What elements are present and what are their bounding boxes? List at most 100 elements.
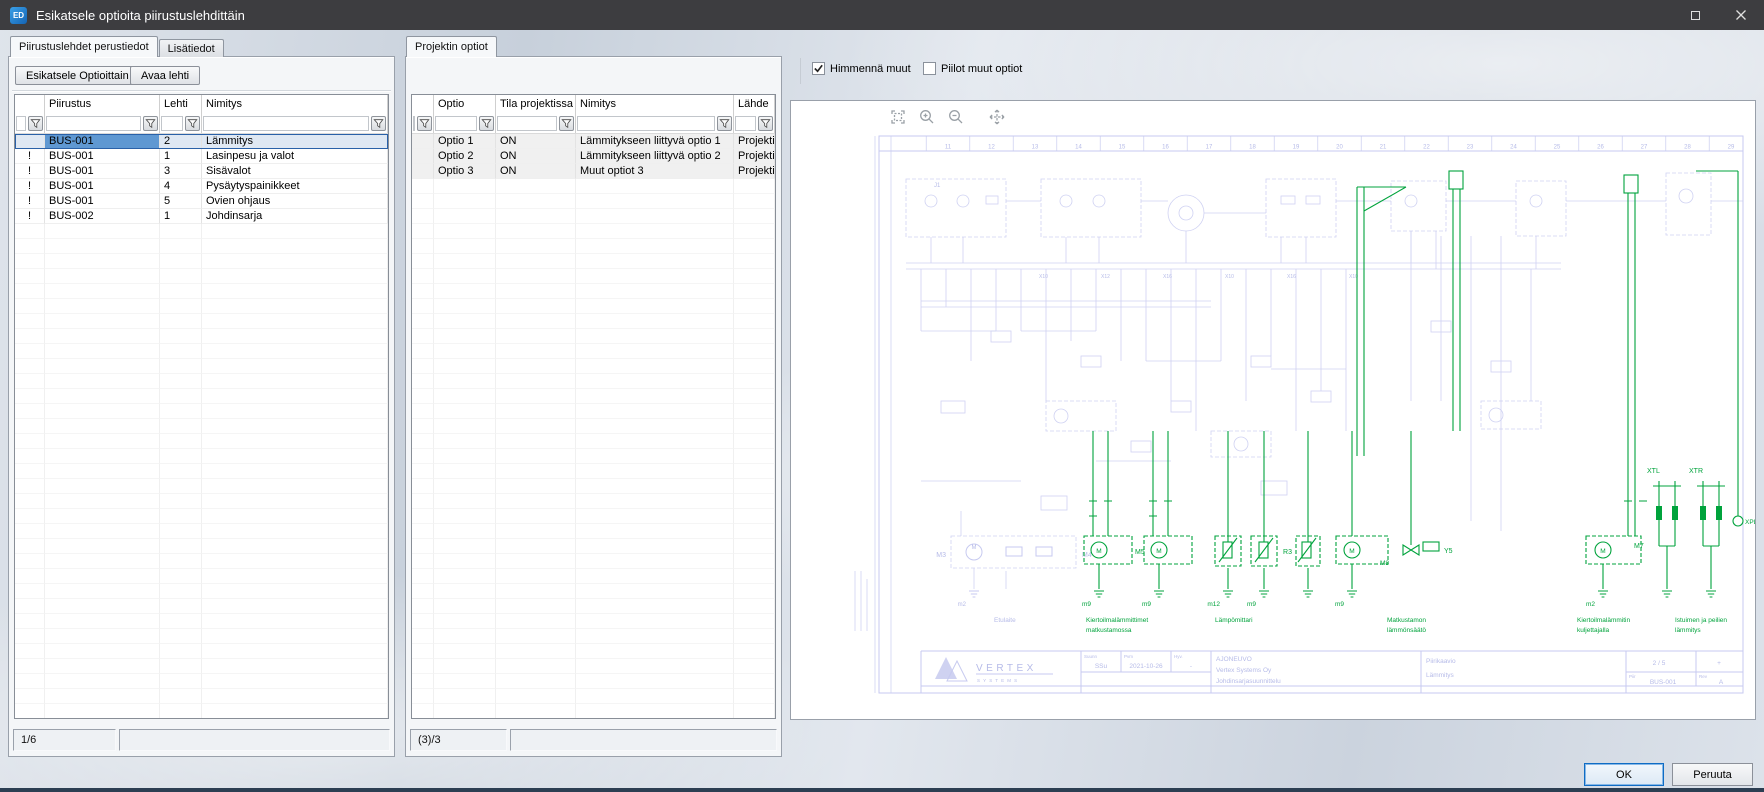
sheet-row[interactable]: !BUS-0013Sisävalot (15, 164, 388, 179)
zoom-out-icon[interactable] (945, 106, 967, 128)
cell-lahde[interactable]: Projekti (734, 149, 775, 164)
option-row[interactable]: Optio 1ONLämmitykseen liittyvä optio 1Pr… (412, 134, 775, 149)
cell-lahde[interactable]: Projekti (734, 134, 775, 149)
maximize-button[interactable] (1672, 0, 1718, 30)
drawing-canvas[interactable]: 11121314151617181920212223242526272829 (791, 101, 1755, 719)
sheet-row[interactable]: !BUS-0014Pysäytyspainikkeet (15, 179, 388, 194)
tab-projektin-optiot[interactable]: Projektin optiot (406, 36, 497, 57)
column-header[interactable]: Lehti (160, 95, 202, 114)
filter-cell[interactable] (15, 114, 45, 133)
column-header[interactable]: Lähde (734, 95, 775, 114)
ok-button[interactable]: OK (1584, 763, 1664, 786)
filter-cell[interactable] (202, 114, 388, 133)
filter-funnel-icon[interactable] (479, 116, 494, 131)
filter-input[interactable] (161, 116, 183, 131)
zoom-in-icon[interactable] (916, 106, 938, 128)
cell-nimitys[interactable]: Lämmitys (202, 134, 388, 149)
filter-cell[interactable] (434, 114, 496, 133)
filter-input[interactable] (435, 116, 477, 131)
option-row[interactable]: Optio 2ONLämmitykseen liittyvä optio 2Pr… (412, 149, 775, 164)
cell-nimitys[interactable]: Johdinsarja (202, 209, 388, 224)
column-header[interactable]: Optio (434, 95, 496, 114)
cell-piirustus[interactable]: BUS-001 (45, 179, 160, 194)
cell-optio[interactable]: Optio 3 (434, 164, 496, 179)
cell-lehti[interactable]: 1 (160, 149, 202, 164)
cell-piirustus[interactable]: BUS-001 (45, 164, 160, 179)
cell-nimitys[interactable]: Muut optiot 3 (576, 164, 734, 179)
cell-mark[interactable]: ! (15, 179, 45, 194)
cell-tila[interactable]: ON (496, 134, 576, 149)
cell-nimitys[interactable]: Lämmitykseen liittyvä optio 1 (576, 134, 734, 149)
filter-cell[interactable] (496, 114, 576, 133)
filter-cell[interactable] (734, 114, 775, 133)
tab-lisatiedot[interactable]: Lisätiedot (159, 39, 224, 57)
filter-funnel-icon[interactable] (185, 116, 200, 131)
cell-piirustus[interactable]: BUS-001 (45, 194, 160, 209)
cell-mark[interactable]: ! (15, 149, 45, 164)
cell-mark[interactable] (412, 164, 434, 179)
column-header[interactable]: Piirustus (45, 95, 160, 114)
close-button[interactable] (1718, 0, 1764, 30)
option-row[interactable]: Optio 3ONMuut optiot 3Projekti (412, 164, 775, 179)
cell-optio[interactable]: Optio 2 (434, 149, 496, 164)
filter-cell[interactable] (412, 114, 434, 133)
filter-input[interactable] (413, 116, 415, 131)
cell-nimitys[interactable]: Ovien ohjaus (202, 194, 388, 209)
tab-piirustuslehdet-perustiedot[interactable]: Piirustuslehdet perustiedot (10, 36, 158, 57)
column-header[interactable]: Tila projektissa (496, 95, 576, 114)
filter-input[interactable] (203, 116, 369, 131)
filter-input[interactable] (497, 116, 557, 131)
dim-others-checkbox[interactable]: Himmennä muut (812, 62, 911, 75)
filter-cell[interactable] (576, 114, 734, 133)
sheet-row[interactable]: !BUS-0015Ovien ohjaus (15, 194, 388, 209)
cell-nimitys[interactable]: Lämmitykseen liittyvä optio 2 (576, 149, 734, 164)
cell-nimitys[interactable]: Sisävalot (202, 164, 388, 179)
cancel-button[interactable]: Peruuta (1672, 763, 1753, 786)
cell-lehti[interactable]: 4 (160, 179, 202, 194)
column-header[interactable]: Nimitys (576, 95, 734, 114)
sheet-row[interactable]: BUS-0012Lämmitys (15, 134, 388, 149)
sheet-row[interactable]: !BUS-0011Lasinpesu ja valot (15, 149, 388, 164)
cell-mark[interactable]: ! (15, 209, 45, 224)
cell-nimitys[interactable]: Lasinpesu ja valot (202, 149, 388, 164)
cell-mark[interactable] (15, 134, 45, 149)
filter-cell[interactable] (160, 114, 202, 133)
fit-view-icon[interactable] (887, 106, 909, 128)
cell-mark[interactable]: ! (15, 194, 45, 209)
preview-by-options-button[interactable]: Esikatsele Optioittain (15, 66, 140, 85)
filter-cell[interactable] (45, 114, 160, 133)
column-header[interactable] (412, 95, 434, 114)
cell-piirustus[interactable]: BUS-001 (45, 134, 160, 149)
filter-input[interactable] (735, 116, 756, 131)
cell-piirustus[interactable]: BUS-002 (45, 209, 160, 224)
filter-funnel-icon[interactable] (417, 116, 432, 131)
filter-input[interactable] (16, 116, 26, 131)
column-header[interactable]: Nimitys (202, 95, 388, 114)
filter-input[interactable] (577, 116, 715, 131)
filter-funnel-icon[interactable] (371, 116, 386, 131)
cell-lehti[interactable]: 2 (160, 134, 202, 149)
cell-mark[interactable]: ! (15, 164, 45, 179)
cell-mark[interactable] (412, 149, 434, 164)
filter-funnel-icon[interactable] (717, 116, 732, 131)
filter-funnel-icon[interactable] (758, 116, 773, 131)
cell-lehti[interactable]: 3 (160, 164, 202, 179)
cell-lahde[interactable]: Projekti (734, 164, 775, 179)
sheets-table[interactable]: PiirustusLehtiNimitysBUS-0012Lämmitys!BU… (14, 94, 389, 719)
cell-tila[interactable]: ON (496, 149, 576, 164)
cell-piirustus[interactable]: BUS-001 (45, 149, 160, 164)
options-table[interactable]: OptioTila projektissaNimitysLähde Optio 1… (411, 94, 776, 719)
filter-funnel-icon[interactable] (143, 116, 158, 131)
pan-icon[interactable] (986, 106, 1008, 128)
cell-tila[interactable]: ON (496, 164, 576, 179)
cell-optio[interactable]: Optio 1 (434, 134, 496, 149)
hide-others-checkbox[interactable]: Piilot muut optiot (923, 62, 1022, 75)
open-sheet-button[interactable]: Avaa lehti (130, 66, 200, 85)
column-header[interactable] (15, 95, 45, 114)
cell-nimitys[interactable]: Pysäytyspainikkeet (202, 179, 388, 194)
cell-mark[interactable] (412, 134, 434, 149)
cell-lehti[interactable]: 1 (160, 209, 202, 224)
filter-funnel-icon[interactable] (28, 116, 43, 131)
filter-funnel-icon[interactable] (559, 116, 574, 131)
sheet-row[interactable]: !BUS-0021Johdinsarja (15, 209, 388, 224)
